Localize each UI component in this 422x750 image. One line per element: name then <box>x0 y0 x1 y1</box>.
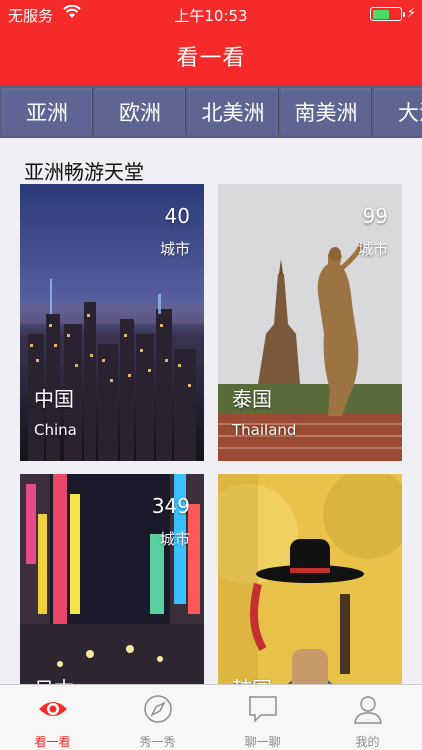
continent-tabs[interactable]: 亚洲 欧洲 北美洲 南美洲 大洋 <box>0 85 422 138</box>
person-icon <box>354 696 382 724</box>
city-count: 40 <box>164 204 190 228</box>
tab-south-america[interactable]: 南美洲 <box>281 88 372 135</box>
city-unit-label: 城市 <box>159 240 190 258</box>
tab-north-america[interactable]: 北美洲 <box>188 88 279 135</box>
tab-oceania[interactable]: 大洋 <box>374 88 422 135</box>
app-screen: 无服务 上午10:53 ⚡ 看一看 亚洲 欧洲 北美洲 南美洲 大洋 亚洲畅游天… <box>0 0 422 750</box>
city-count: 349 <box>151 494 190 518</box>
tab-label: 我的 <box>355 735 380 749</box>
status-time: 上午10:53 <box>174 7 248 25</box>
chat-bubble-icon <box>249 696 277 723</box>
charging-icon: ⚡ <box>406 6 416 21</box>
status-bar: 无服务 上午10:53 ⚡ <box>0 0 422 28</box>
compass-icon <box>144 695 172 723</box>
tab-europe[interactable]: 欧洲 <box>95 88 186 135</box>
city-unit-label: 城市 <box>357 240 388 258</box>
tab-label: 秀一秀 <box>139 735 176 749</box>
country-name-en: China <box>34 421 77 439</box>
tab-show[interactable]: 秀一秀 <box>105 685 210 750</box>
country-card-korea[interactable]: 韩国 <box>218 474 402 684</box>
korea-guard-image <box>218 474 402 684</box>
tab-look[interactable]: 看一看 <box>0 685 105 750</box>
destination-list: 亚洲畅游天堂 40 城市 中国 China 99 城市 泰国 Thailand … <box>0 138 422 684</box>
tab-asia[interactable]: 亚洲 <box>2 88 93 135</box>
tab-chat[interactable]: 聊一聊 <box>210 685 315 750</box>
battery-icon <box>370 7 405 21</box>
tab-label: 聊一聊 <box>244 735 281 749</box>
country-name-cn: 中国 <box>34 387 74 411</box>
country-card-thailand[interactable]: 99 城市 泰国 Thailand <box>218 184 402 461</box>
section-title: 亚洲畅游天堂 <box>24 160 144 184</box>
country-card-china[interactable]: 40 城市 中国 China <box>20 184 204 461</box>
city-count: 99 <box>362 204 388 228</box>
bottom-tab-bar: 看一看 秀一秀 聊一聊 我的 <box>0 684 422 750</box>
tab-label: 看一看 <box>34 735 71 749</box>
city-unit-label: 城市 <box>159 530 190 548</box>
country-name-cn: 泰国 <box>232 387 272 411</box>
tab-profile[interactable]: 我的 <box>315 685 420 750</box>
nav-header: 无服务 上午10:53 ⚡ 看一看 <box>0 0 422 85</box>
country-name-cn: 日本 <box>34 673 74 684</box>
eye-icon <box>39 702 67 716</box>
page-title: 看一看 <box>176 46 246 71</box>
country-name-en: Thailand <box>232 421 297 439</box>
country-card-japan[interactable]: 349 城市 日本 <box>20 474 204 684</box>
country-name-cn: 韩国 <box>232 673 272 684</box>
